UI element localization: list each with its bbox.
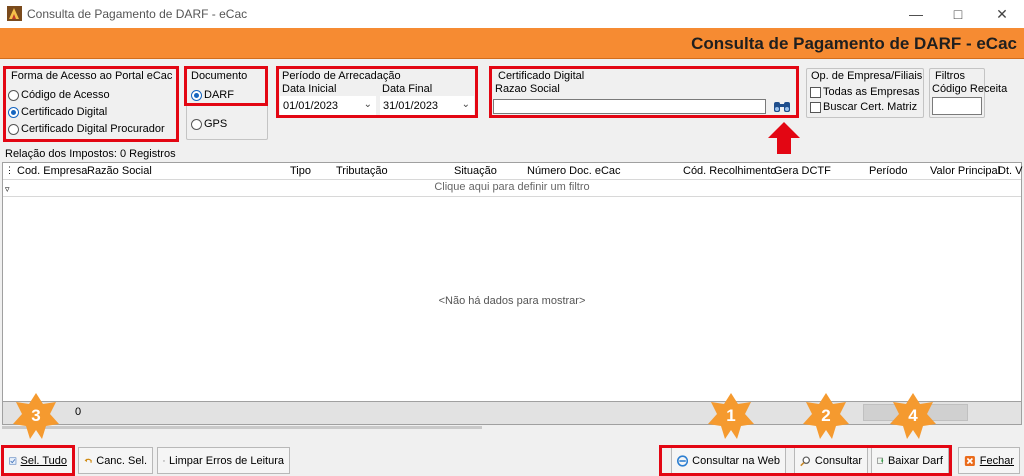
column-header[interactable]: Dt. V — [998, 165, 1022, 177]
limpar-erros-label: Limpar Erros de Leitura — [169, 454, 284, 467]
column-chooser-icon[interactable]: ⋮ — [5, 165, 14, 176]
marker-star-1: 1 — [707, 392, 755, 440]
marker-star-4: 4 — [889, 392, 937, 440]
filtros-label: Filtros — [934, 70, 966, 82]
window-title: Consulta de Pagamento de DARF - eCac — [27, 7, 248, 21]
highlight-box — [489, 66, 799, 118]
checkbox[interactable] — [810, 86, 821, 98]
app-logo-icon — [7, 6, 22, 21]
canc-sel-label: Canc. Sel. — [96, 454, 147, 467]
op-empresa-label: Op. de Empresa/Filiais — [810, 70, 924, 82]
column-header[interactable]: Período — [869, 165, 908, 177]
title-bar: Consulta de Pagamento de DARF - eCac — □… — [0, 0, 1024, 28]
canc-sel-button[interactable]: Canc. Sel. — [78, 447, 153, 474]
column-header[interactable]: Situação — [454, 165, 497, 177]
empty-grid-text: <Não há dados para mostrar> — [438, 295, 586, 307]
column-header[interactable]: Gera DCTF — [774, 165, 831, 177]
fechar-button[interactable]: Fechar — [958, 447, 1020, 474]
marker-label: 3 — [31, 406, 41, 425]
highlight-box — [659, 445, 952, 476]
horizontal-scrollbar[interactable] — [2, 426, 482, 429]
highlight-box — [184, 66, 268, 106]
checkbox[interactable] — [810, 101, 821, 113]
limpar-erros-button[interactable]: Limpar Erros de Leitura — [157, 447, 290, 474]
checkbox-label: Buscar Cert. Matriz — [823, 101, 918, 113]
close-icon — [964, 455, 975, 466]
banner-title: Consulta de Pagamento de DARF - eCac — [691, 34, 1017, 53]
checkbox-label: Todas as Empresas — [823, 86, 920, 98]
close-icon[interactable]: ✕ — [991, 4, 1013, 24]
fechar-label: Fechar — [979, 454, 1014, 467]
undo-icon — [84, 458, 92, 463]
radio-gps[interactable]: GPS — [191, 118, 227, 130]
header-banner: Consulta de Pagamento de DARF - eCac — [0, 28, 1024, 59]
impostos-grid[interactable]: ⋮ Cod. Empresa Razão Social Tipo Tributa… — [2, 162, 1022, 402]
highlight-box — [1, 445, 75, 476]
marker-star-2: 2 — [802, 392, 850, 440]
records-label: Relação dos Impostos: 0 Registros — [5, 148, 176, 160]
grid-footer: 0 — [2, 401, 1022, 425]
marker-label: 4 — [908, 406, 918, 425]
column-header[interactable]: Valor Principal — [930, 165, 1000, 177]
eraser-icon — [163, 459, 165, 462]
footer-count: 0 — [75, 406, 82, 418]
checkbox-buscar-cert-matriz[interactable]: Buscar Cert. Matriz — [810, 101, 917, 113]
radio-button[interactable] — [191, 118, 202, 130]
column-header[interactable]: Cod. Empresa — [17, 165, 87, 177]
maximize-icon[interactable]: □ — [947, 4, 969, 24]
column-header[interactable]: Cód. Recolhimento — [683, 165, 777, 177]
column-header[interactable]: Número Doc. eCac — [527, 165, 621, 177]
checkbox-todas-empresas[interactable]: Todas as Empresas — [810, 86, 920, 98]
radio-label: GPS — [204, 118, 228, 130]
minimize-icon[interactable]: — — [905, 4, 927, 24]
divider — [3, 196, 1021, 197]
filter-row-hint[interactable]: Clique aqui para definir um filtro — [3, 181, 1021, 196]
marker-label: 2 — [821, 406, 831, 425]
red-arrow-up-icon — [768, 122, 800, 154]
marker-star-3: 3 — [12, 392, 60, 440]
codigo-receita-label: Código Receita — [932, 83, 1008, 95]
highlight-box — [276, 66, 478, 118]
highlight-box — [3, 66, 179, 142]
column-header[interactable]: Tributação — [336, 165, 388, 177]
column-header[interactable]: Razão Social — [87, 165, 152, 177]
column-header[interactable]: Tipo — [290, 165, 311, 177]
codigo-receita-input[interactable] — [932, 97, 982, 115]
marker-label: 1 — [726, 406, 736, 425]
